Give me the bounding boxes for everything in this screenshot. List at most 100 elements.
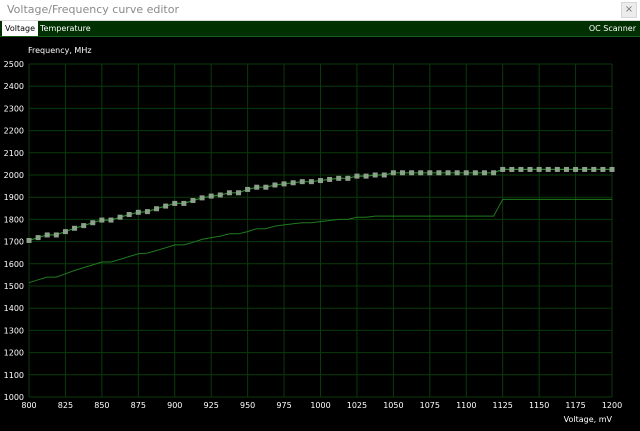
curve-point-handle[interactable] — [126, 212, 132, 218]
curve-point-handle[interactable] — [491, 170, 497, 176]
curve-point-handle[interactable] — [299, 179, 305, 185]
curve-point-handle[interactable] — [390, 170, 396, 176]
vf-curve-chart[interactable]: 1000 1100 1200 1300 1400 1500 1600 1700 1800 1900… — [0, 37, 640, 431]
curve-point-handle[interactable] — [418, 170, 424, 176]
curve-point-handle[interactable] — [181, 200, 187, 206]
y-tick-label: 1500 — [4, 282, 24, 291]
y-tick-label: 2100 — [4, 149, 24, 158]
curve-point-handle[interactable] — [600, 166, 606, 172]
y-tick-label: 2500 — [4, 60, 24, 69]
curve-point-handle[interactable] — [72, 225, 78, 231]
x-tick-label: 1000 — [310, 401, 330, 410]
y-tick-label: 1900 — [4, 193, 24, 202]
curve-point-handle[interactable] — [591, 166, 597, 172]
curve-point-handle[interactable] — [272, 182, 278, 188]
curve-point-handle[interactable] — [381, 172, 387, 178]
curve-point-handle[interactable] — [226, 190, 232, 196]
curve-point-handle[interactable] — [573, 166, 579, 172]
curve-point-handle[interactable] — [35, 235, 41, 241]
curve-point-handle[interactable] — [53, 232, 59, 238]
curve-point-handle[interactable] — [536, 166, 542, 172]
curve-point-handle[interactable] — [44, 232, 50, 238]
curve-point-handle[interactable] — [509, 166, 515, 172]
y-tick-label: 1400 — [4, 304, 24, 313]
curve-point-handle[interactable] — [163, 203, 169, 209]
title-bar: Voltage/Frequency curve editor × — [0, 0, 640, 21]
x-tick-label: 1025 — [347, 401, 367, 410]
curve-point-handle[interactable] — [445, 170, 451, 176]
curve-point-handle[interactable] — [117, 214, 123, 220]
curve-point-handle[interactable] — [609, 166, 615, 172]
curve-point-handle[interactable] — [409, 170, 415, 176]
curve-point-handle[interactable] — [518, 166, 524, 172]
curve-point-handle[interactable] — [545, 166, 551, 172]
curve-point-handle[interactable] — [62, 229, 68, 235]
x-tick-label: 1125 — [493, 401, 513, 410]
curve-point-handle[interactable] — [217, 192, 223, 198]
x-tick-label: 875 — [131, 401, 146, 410]
curve-point-handle[interactable] — [135, 209, 141, 215]
curve-point-handle[interactable] — [354, 173, 360, 179]
curve-point-handle[interactable] — [199, 195, 205, 201]
curve-point-handle[interactable] — [208, 193, 214, 199]
curve-point-handle[interactable] — [144, 209, 150, 215]
curve-point-handle[interactable] — [154, 206, 160, 212]
curve-point-handle[interactable] — [245, 186, 251, 192]
x-tick-label: 800 — [21, 401, 36, 410]
curve-point-handle[interactable] — [363, 173, 369, 179]
x-tick-label: 1075 — [420, 401, 440, 410]
window-title: Voltage/Frequency curve editor — [7, 3, 179, 16]
y-tick-label: 2400 — [4, 82, 24, 91]
tab-temperature[interactable]: Temperature — [37, 21, 94, 36]
curve-point-handle[interactable] — [463, 170, 469, 176]
chart-grid — [28, 63, 613, 398]
curve-point-handle[interactable] — [263, 184, 269, 190]
x-tick-label: 925 — [204, 401, 219, 410]
y-tick-label: 1700 — [4, 238, 24, 247]
curve-point-handle[interactable] — [290, 180, 296, 186]
x-tick-label: 975 — [276, 401, 291, 410]
curve-point-handle[interactable] — [190, 198, 196, 204]
x-tick-label: 1050 — [383, 401, 403, 410]
curve-point-handle[interactable] — [527, 166, 533, 172]
curve-point-handle[interactable] — [472, 170, 478, 176]
curve-point-handle[interactable] — [500, 166, 506, 172]
x-tick-label: 1200 — [602, 401, 622, 410]
tab-bar: Voltage Temperature OC Scanner — [0, 21, 640, 37]
tab-voltage[interactable]: Voltage — [2, 21, 39, 36]
curve-point-handle[interactable] — [436, 170, 442, 176]
curve-point-handle[interactable] — [99, 217, 105, 223]
curve-point-handle[interactable] — [345, 175, 351, 181]
x-tick-label: 1100 — [456, 401, 476, 410]
curve-point-handle[interactable] — [81, 223, 87, 229]
y-tick-label: 1600 — [4, 260, 24, 269]
curve-point-handle[interactable] — [172, 200, 178, 206]
curve-point-handle[interactable] — [108, 217, 114, 223]
curve-point-handle[interactable] — [318, 178, 323, 184]
curve-point-handle[interactable] — [481, 170, 487, 176]
x-tick-label: 950 — [240, 401, 255, 410]
x-axis-label: Voltage, mV — [564, 415, 613, 424]
curve-point-handle[interactable] — [582, 166, 588, 172]
x-tick-label: 850 — [94, 401, 109, 410]
curve-point-handle[interactable] — [563, 166, 569, 172]
curve-point-handle[interactable] — [236, 190, 242, 196]
curve-point-handle[interactable] — [308, 179, 314, 185]
y-tick-label: 1300 — [4, 326, 24, 335]
curve-point-handle[interactable] — [427, 170, 433, 176]
curve-point-handle[interactable] — [254, 184, 260, 190]
close-button[interactable]: × — [621, 2, 637, 18]
curve-point-handle[interactable] — [26, 237, 32, 243]
curve-point-handle[interactable] — [281, 181, 287, 187]
curve-point-handle[interactable] — [372, 172, 378, 178]
x-tick-label: 900 — [167, 401, 182, 410]
y-tick-label: 1800 — [4, 215, 24, 224]
tab-oc-scanner[interactable]: OC Scanner — [589, 21, 636, 36]
curve-point-handle[interactable] — [336, 175, 342, 181]
curve-point-handle[interactable] — [554, 166, 560, 172]
curve-point-handle[interactable] — [327, 176, 333, 182]
curve-point-handle[interactable] — [454, 170, 460, 176]
curve-point-handle[interactable] — [399, 170, 405, 176]
curve-point-handle[interactable] — [90, 220, 96, 226]
x-tick-label: 825 — [58, 401, 73, 410]
